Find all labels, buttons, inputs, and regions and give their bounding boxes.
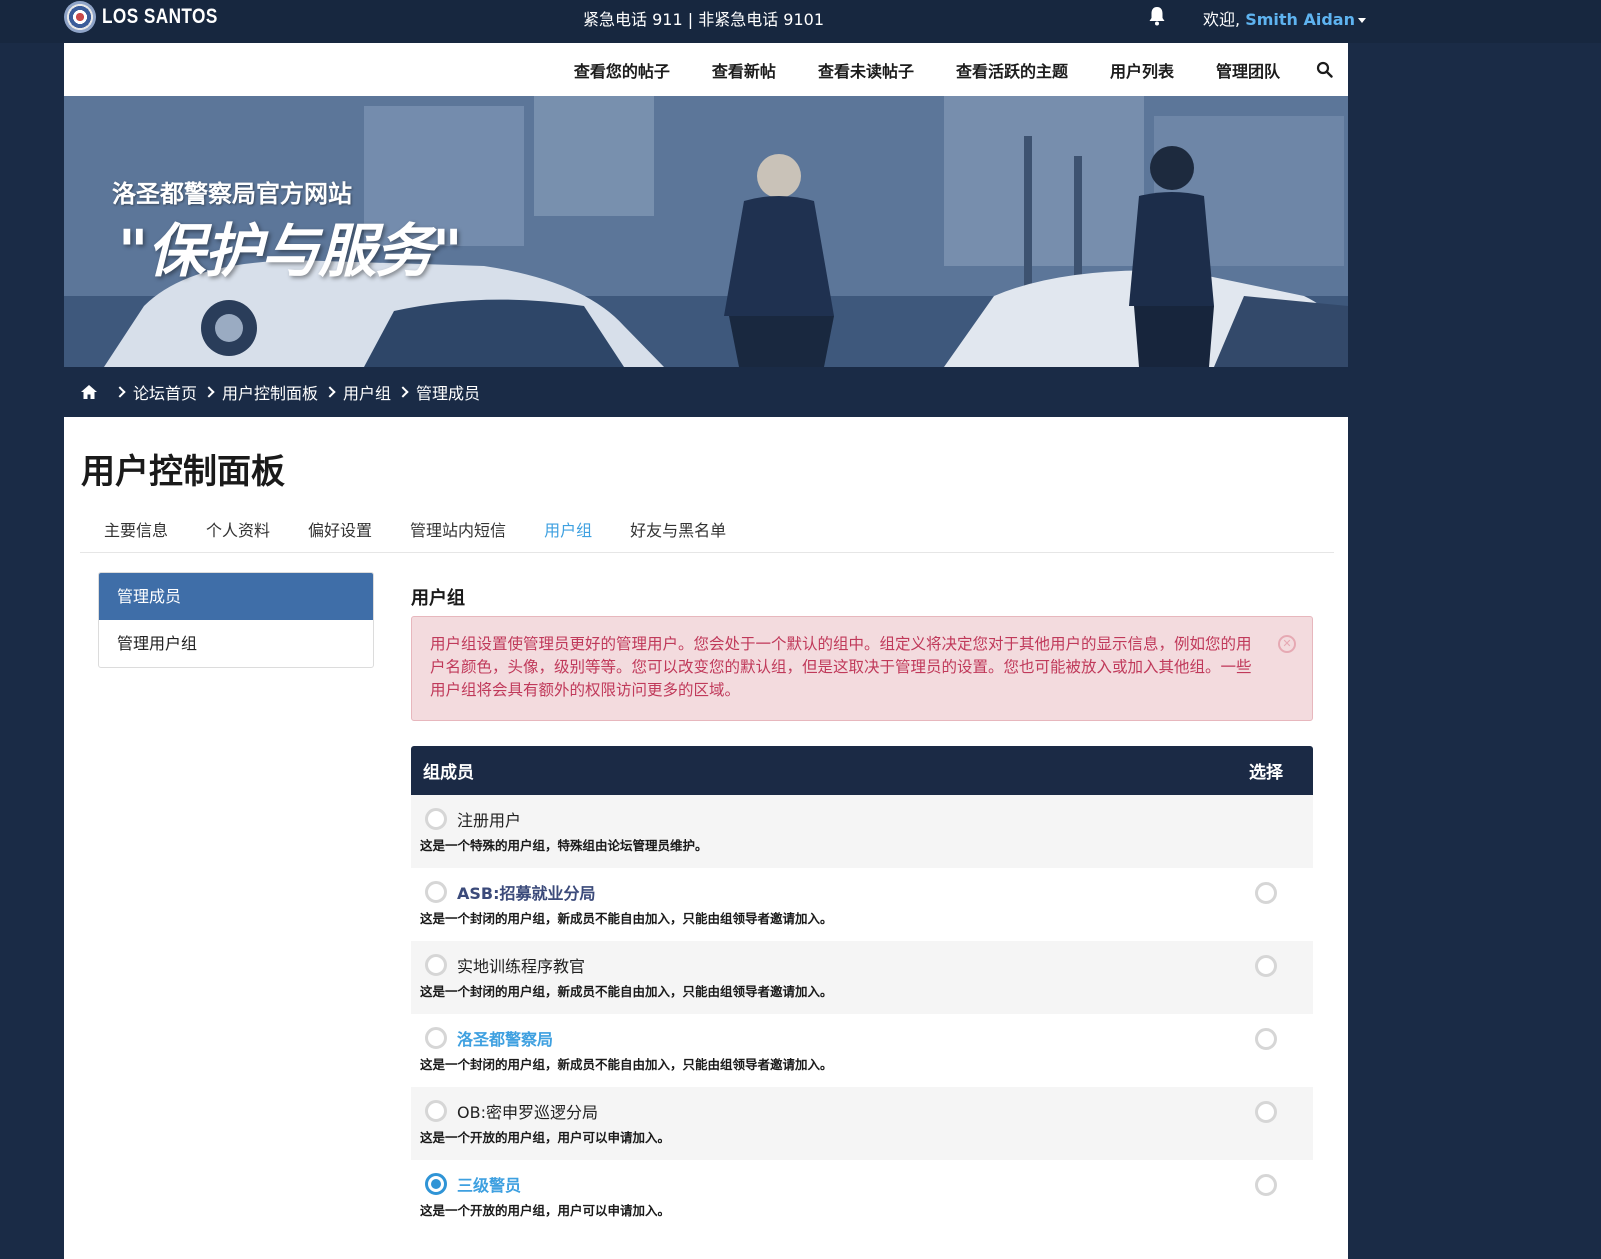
col-members: 组成员: [423, 763, 474, 783]
table-row: OB:密申罗巡逻分局 这是一个开放的用户组，用户可以申请加入。: [411, 1087, 1313, 1160]
table-row: 三级警员 这是一个开放的用户组，用户可以申请加入。: [411, 1160, 1313, 1233]
logo-text: LOS SANTOS: [102, 5, 218, 28]
ucp-tabs: 主要信息 个人资料 偏好设置 管理站内短信 用户组 好友与黑名单: [80, 505, 1334, 553]
bell-icon[interactable]: [1148, 6, 1166, 26]
table-row: 实地训练程序教官 这是一个封闭的用户组，新成员不能自由加入，只能由组领导者邀请加…: [411, 941, 1313, 1014]
info-alert: 用户组设置使管理员更好的管理用户。您会处于一个默认的组中。组定义将决定您对于其他…: [411, 616, 1313, 721]
tab-profile[interactable]: 个人资料: [206, 517, 270, 541]
nav-team[interactable]: 管理团队: [1216, 58, 1280, 82]
welcome-prefix: 欢迎,: [1203, 10, 1246, 29]
welcome-user[interactable]: 欢迎, Smith Aidan: [1203, 6, 1366, 30]
group-name[interactable]: ASB:招募就业分局: [457, 880, 596, 904]
banner-slogan: "保护与服务": [118, 217, 462, 285]
group-name[interactable]: 实地训练程序教官: [457, 953, 585, 977]
nav-unread-posts[interactable]: 查看未读帖子: [818, 58, 914, 82]
search-icon[interactable]: [1316, 61, 1333, 78]
tab-preferences[interactable]: 偏好设置: [308, 517, 372, 541]
chevron-right-icon: [114, 386, 126, 398]
breadcrumb-ucp[interactable]: 用户控制面板: [222, 380, 318, 404]
select-radio[interactable]: [1255, 882, 1277, 904]
group-description: 这是一个封闭的用户组，新成员不能自由加入，只能由组领导者邀请加入。: [420, 911, 833, 926]
hero-banner: 洛圣都警察局官方网站 "保护与服务": [64, 96, 1348, 367]
chevron-right-icon: [324, 386, 336, 398]
select-radio[interactable]: [1255, 1174, 1277, 1196]
group-description: 这是一个特殊的用户组，特殊组由论坛管理员维护。: [420, 838, 708, 853]
group-name[interactable]: 注册用户: [457, 807, 521, 831]
home-icon[interactable]: [80, 384, 98, 400]
nav-your-posts[interactable]: 查看您的帖子: [574, 58, 670, 82]
nav-active-topics[interactable]: 查看活跃的主题: [956, 58, 1068, 82]
sidemenu-manage-members[interactable]: 管理成员: [99, 573, 373, 620]
close-icon[interactable]: ✕: [1278, 635, 1296, 653]
table-row: 洛圣都警察局 这是一个封闭的用户组，新成员不能自由加入，只能由组领导者邀请加入。: [411, 1014, 1313, 1087]
breadcrumb-forum-home[interactable]: 论坛首页: [133, 380, 197, 404]
select-radio[interactable]: [1255, 955, 1277, 977]
group-description: 这是一个开放的用户组，用户可以申请加入。: [420, 1130, 671, 1145]
police-badge-icon: [64, 1, 96, 33]
chevron-right-icon: [203, 386, 215, 398]
section-title: 用户组: [411, 588, 465, 609]
default-group-radio[interactable]: [425, 1100, 447, 1122]
content-area: 用户组 用户组设置使管理员更好的管理用户。您会处于一个默认的组中。组定义将决定您…: [411, 572, 1313, 1259]
tab-usergroups[interactable]: 用户组: [544, 517, 592, 541]
breadcrumb-manage-members[interactable]: 管理成员: [416, 380, 480, 404]
table-row: 注册用户 这是一个特殊的用户组，特殊组由论坛管理员维护。: [411, 795, 1313, 868]
username-link[interactable]: Smith Aidan: [1245, 10, 1355, 29]
table-row: ASB:招募就业分局 这是一个封闭的用户组，新成员不能自由加入，只能由组领导者邀…: [411, 868, 1313, 941]
tab-private-messages[interactable]: 管理站内短信: [410, 517, 506, 541]
site-logo[interactable]: LOS SANTOS: [64, 1, 243, 33]
select-radio[interactable]: [1255, 1028, 1277, 1050]
nav-user-list[interactable]: 用户列表: [1110, 58, 1174, 82]
tab-overview[interactable]: 主要信息: [104, 517, 168, 541]
tab-friends-foes[interactable]: 好友与黑名单: [630, 517, 726, 541]
group-description: 这是一个开放的用户组，用户可以申请加入。: [420, 1203, 671, 1218]
table-header: 组成员 选择: [411, 746, 1313, 795]
default-group-radio[interactable]: [425, 954, 447, 976]
emergency-numbers: 紧急电话 911 | 非紧急电话 9101: [583, 10, 824, 29]
side-menu: 管理成员 管理用户组: [98, 572, 374, 668]
group-name[interactable]: 三级警员: [457, 1172, 521, 1196]
nav-new-posts[interactable]: 查看新帖: [712, 58, 776, 82]
top-bar: LOS SANTOS 紧急电话 911 | 非紧急电话 9101 欢迎, Smi…: [0, 0, 1601, 43]
default-group-radio[interactable]: [425, 808, 447, 830]
chevron-right-icon: [397, 386, 409, 398]
sidemenu-manage-groups[interactable]: 管理用户组: [99, 620, 373, 667]
group-name[interactable]: 洛圣都警察局: [457, 1026, 553, 1050]
group-name[interactable]: OB:密申罗巡逻分局: [457, 1099, 598, 1123]
breadcrumb-usergroups[interactable]: 用户组: [343, 380, 391, 404]
main-panel: 用户控制面板 主要信息 个人资料 偏好设置 管理站内短信 用户组 好友与黑名单 …: [64, 417, 1348, 1259]
group-description: 这是一个封闭的用户组，新成员不能自由加入，只能由组领导者邀请加入。: [420, 984, 833, 999]
usergroup-table: 组成员 选择 注册用户 这是一个特殊的用户组，特殊组由论坛管理员维护。 ASB:…: [411, 746, 1313, 1259]
chevron-down-icon[interactable]: [1357, 18, 1366, 23]
page-title: 用户控制面板: [81, 452, 285, 492]
main-nav: 查看您的帖子 查看新帖 查看未读帖子 查看活跃的主题 用户列表 管理团队: [64, 43, 1348, 96]
breadcrumb: 论坛首页 用户控制面板 用户组 管理成员: [64, 367, 1348, 417]
group-description: 这是一个封闭的用户组，新成员不能自由加入，只能由组领导者邀请加入。: [420, 1057, 833, 1072]
default-group-radio[interactable]: [425, 1027, 447, 1049]
col-select: 选择: [1249, 763, 1283, 783]
alert-text: 用户组设置使管理员更好的管理用户。您会处于一个默认的组中。组定义将决定您对于其他…: [430, 635, 1252, 699]
default-group-radio[interactable]: [425, 881, 447, 903]
select-radio[interactable]: [1255, 1101, 1277, 1123]
default-group-radio-checked[interactable]: [425, 1173, 447, 1195]
